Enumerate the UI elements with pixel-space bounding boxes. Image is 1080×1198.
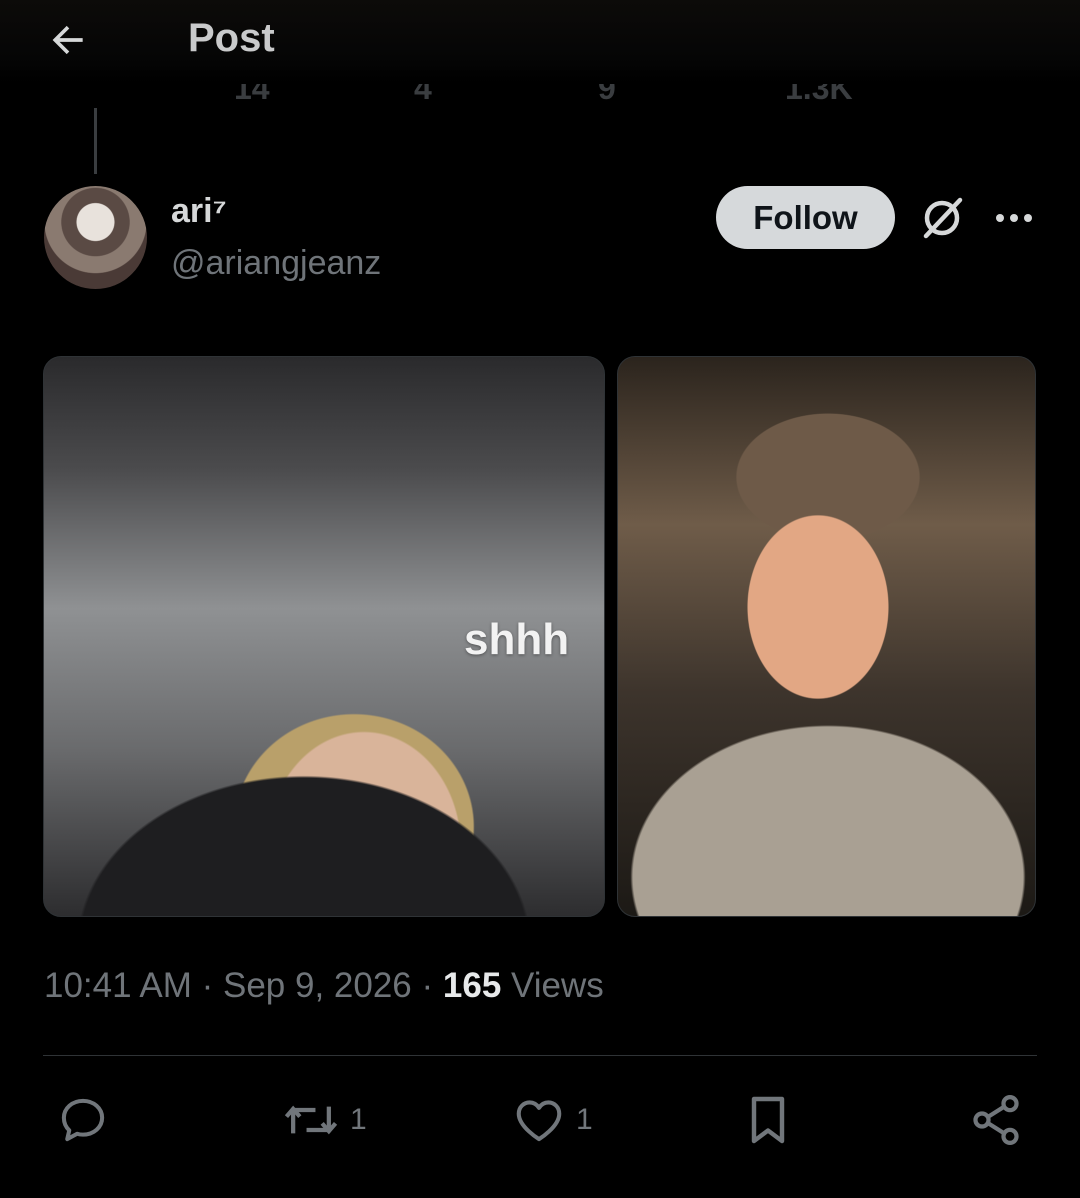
previous-post-actions: 14 4 9 1.3K — [0, 84, 1080, 124]
page-title: Post — [188, 16, 275, 60]
divider — [43, 1055, 1037, 1056]
reply-icon — [61, 1098, 105, 1142]
author-name[interactable]: ari⁷ — [171, 192, 227, 231]
post-time[interactable]: 10:41 AM — [44, 966, 192, 1005]
previous-repost-count: 4 — [414, 84, 432, 106]
bookmark-icon — [751, 1096, 785, 1144]
author-handle[interactable]: @ariangjeanz — [171, 244, 381, 283]
views-count: 165 — [442, 966, 502, 1005]
reply-button[interactable] — [56, 1090, 120, 1150]
views-label: Views — [511, 966, 604, 1005]
avatar[interactable] — [44, 186, 147, 289]
post-image-left[interactable]: shhh — [43, 356, 605, 917]
grok-button[interactable] — [914, 192, 970, 244]
meta-separator: · — [411, 966, 443, 1005]
previous-reply-count: 14 — [234, 84, 270, 106]
previous-like-count: 9 — [598, 84, 616, 106]
back-button[interactable] — [40, 18, 96, 62]
top-bar: Post — [0, 0, 1080, 84]
share-icon — [973, 1095, 1019, 1145]
more-options-button[interactable] — [988, 192, 1040, 244]
heart-icon — [516, 1100, 562, 1142]
thread-connector-line — [94, 108, 97, 174]
follow-button[interactable]: Follow — [716, 186, 895, 249]
bookmark-button[interactable] — [740, 1090, 796, 1150]
meta-separator: · — [191, 966, 223, 1005]
more-horizontal-icon — [996, 214, 1032, 222]
like-button[interactable]: 1 — [512, 1090, 593, 1150]
previous-views-count: 1.3K — [785, 84, 853, 106]
share-button[interactable] — [968, 1090, 1024, 1150]
repost-icon — [284, 1105, 338, 1135]
post-image-right[interactable] — [617, 356, 1036, 917]
post-date[interactable]: Sep 9, 2026 — [223, 966, 412, 1005]
like-count: 1 — [576, 1103, 593, 1136]
post-meta: 10:41 AM · Sep 9, 2026 · 165 Views — [44, 966, 604, 1006]
repost-count: 1 — [350, 1103, 367, 1136]
repost-button[interactable]: 1 — [282, 1090, 367, 1150]
grok-icon — [923, 197, 963, 239]
arrow-left-icon — [52, 25, 83, 55]
image-caption: shhh — [464, 615, 570, 664]
